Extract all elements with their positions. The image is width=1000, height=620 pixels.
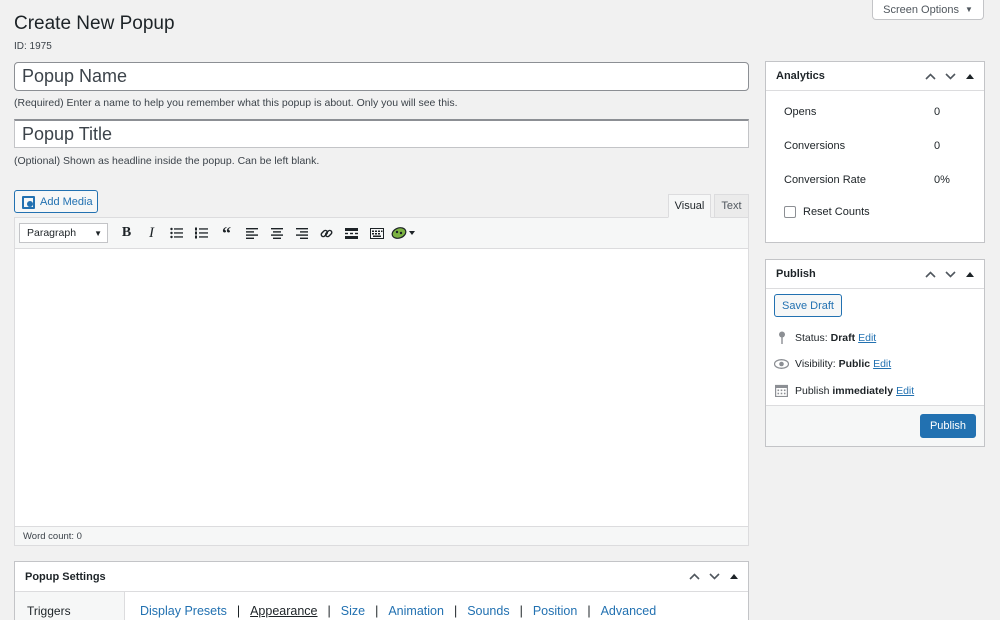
subtab-advanced[interactable]: Advanced (601, 604, 657, 618)
popup-name-help: (Required) Enter a name to help you reme… (14, 97, 458, 109)
toolbar-toggle-icon[interactable] (364, 223, 389, 243)
schedule-edit-link[interactable]: Edit (896, 385, 914, 397)
blockquote-icon[interactable]: “ (214, 223, 239, 243)
schedule-row: Publish immediately Edit (774, 384, 914, 397)
publish-button[interactable]: Publish (920, 414, 976, 438)
popup-title-help: (Optional) Shown as headline inside the … (14, 155, 320, 167)
add-media-label: Add Media (40, 195, 93, 208)
publish-value: immediately (832, 384, 894, 397)
visibility-label: Visibility: (795, 358, 836, 370)
format-select[interactable]: Paragraph ▼ (19, 223, 108, 243)
analytics-box: Analytics Opens 0 Conversions 0 Conversi… (765, 61, 985, 243)
popup-name-input[interactable]: Popup Name (14, 62, 749, 91)
analytics-value: 0 (934, 140, 941, 152)
publish-actions: Publish (766, 405, 984, 446)
publish-label: Publish (795, 384, 830, 397)
bullet-list-icon[interactable] (164, 223, 189, 243)
calendar-icon (774, 384, 789, 397)
move-down-icon[interactable] (942, 68, 958, 84)
publish-box: Publish Save Draft Status: Draft Edit Vis… (765, 259, 985, 447)
visibility-edit-link[interactable]: Edit (873, 358, 891, 370)
tab-visual[interactable]: Visual (668, 194, 711, 218)
editor-content-area[interactable] (15, 249, 748, 526)
read-more-icon[interactable] (339, 223, 364, 243)
align-right-icon[interactable] (289, 223, 314, 243)
settings-nav-triggers[interactable]: Triggers (15, 592, 125, 620)
analytics-row-opens: Opens 0 (784, 106, 960, 118)
screen-options-label: Screen Options (883, 3, 959, 16)
settings-subtabs: Display Presets | Appearance | Size | An… (140, 604, 657, 618)
editor-toolbar: Paragraph ▼ B I “ (15, 218, 748, 249)
status-row: Status: Draft Edit (774, 331, 876, 344)
status-value: Draft (830, 331, 856, 344)
move-up-icon[interactable] (922, 266, 938, 282)
popup-settings-header: Popup Settings (15, 562, 748, 592)
subtab-position[interactable]: Position (533, 604, 577, 618)
tab-text[interactable]: Text (714, 194, 749, 218)
publish-title: Publish (776, 268, 816, 280)
analytics-row-conversion-rate: Conversion Rate 0% (784, 174, 960, 186)
italic-icon[interactable]: I (139, 223, 164, 243)
align-left-icon[interactable] (239, 223, 264, 243)
screen-options-button[interactable]: Screen Options ▼ (872, 0, 984, 20)
link-icon[interactable] (314, 223, 339, 243)
status-label: Status: (795, 331, 828, 344)
pin-icon (774, 331, 789, 344)
add-media-button[interactable]: Add Media (14, 190, 98, 213)
eye-icon (774, 359, 789, 369)
toggle-panel-icon[interactable] (962, 68, 978, 84)
numbered-list-icon[interactable] (189, 223, 214, 243)
save-draft-button[interactable]: Save Draft (774, 294, 842, 317)
analytics-header: Analytics (766, 62, 984, 91)
reset-counts-row: Reset Counts (784, 206, 870, 218)
align-center-icon[interactable] (264, 223, 289, 243)
toggle-panel-icon[interactable] (726, 569, 742, 585)
media-icon (21, 195, 35, 209)
format-select-value: Paragraph (27, 227, 77, 239)
visibility-row: Visibility: Public Edit (774, 358, 891, 370)
popup-maker-icon[interactable] (389, 223, 419, 243)
popup-settings-box: Popup Settings Triggers Display Presets … (14, 561, 749, 620)
analytics-title: Analytics (776, 70, 825, 82)
content-editor: Paragraph ▼ B I “ Word count: 0 (14, 217, 749, 546)
popup-title-input[interactable]: Popup Title (14, 119, 749, 148)
page-title: Create New Popup (14, 13, 175, 34)
publish-header: Publish (766, 260, 984, 289)
analytics-value: 0 (934, 106, 941, 118)
word-count: Word count: 0 (15, 526, 748, 545)
subtab-sounds[interactable]: Sounds (467, 604, 509, 618)
analytics-row-conversions: Conversions 0 (784, 140, 960, 152)
popup-id: ID: 1975 (14, 41, 52, 52)
analytics-label: Conversions (784, 140, 846, 152)
popup-settings-title: Popup Settings (25, 570, 106, 583)
chevron-down-icon: ▼ (94, 228, 102, 238)
analytics-label: Opens (784, 106, 817, 118)
move-up-icon[interactable] (686, 569, 702, 585)
move-down-icon[interactable] (706, 569, 722, 585)
subtab-appearance[interactable]: Appearance (250, 604, 317, 618)
bold-icon[interactable]: B (114, 223, 139, 243)
reset-counts-label: Reset Counts (803, 206, 870, 218)
visibility-value: Public (838, 358, 871, 370)
subtab-animation[interactable]: Animation (388, 604, 444, 618)
subtab-display-presets[interactable]: Display Presets (140, 604, 227, 618)
subtab-size[interactable]: Size (341, 604, 365, 618)
move-down-icon[interactable] (942, 266, 958, 282)
move-up-icon[interactable] (922, 68, 938, 84)
status-edit-link[interactable]: Edit (858, 332, 876, 344)
toggle-panel-icon[interactable] (962, 266, 978, 282)
analytics-label: Conversion Rate (784, 174, 866, 186)
reset-counts-checkbox[interactable] (784, 206, 796, 218)
caret-down-icon: ▼ (964, 5, 973, 14)
analytics-value: 0% (934, 174, 950, 186)
